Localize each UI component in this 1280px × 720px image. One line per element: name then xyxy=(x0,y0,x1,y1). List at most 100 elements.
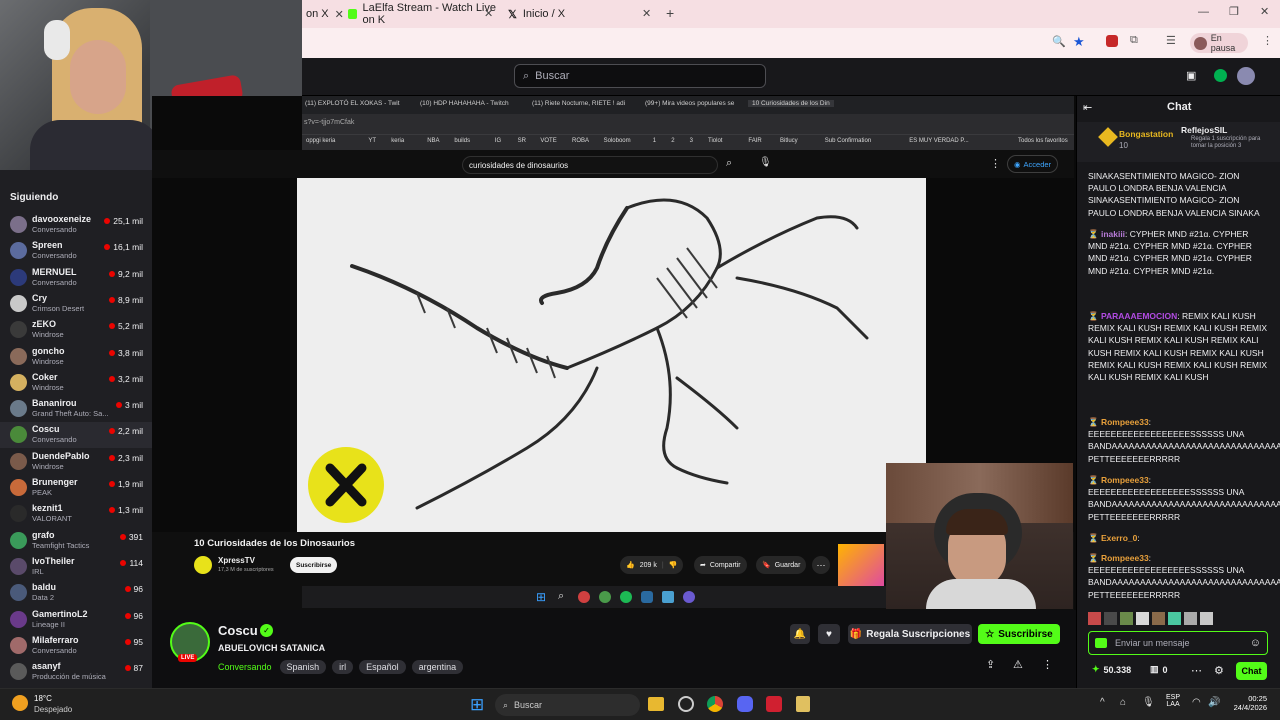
chat-input[interactable]: Enviar un mensaje ☺ xyxy=(1088,631,1268,655)
network-icon[interactable]: ⌂ xyxy=(1120,697,1126,708)
profile-button[interactable]: En pausa xyxy=(1190,33,1248,53)
avatar xyxy=(10,557,27,575)
badge-icon: ⏳ xyxy=(1088,229,1101,239)
tag-pill[interactable]: Spanish xyxy=(279,660,327,674)
viewer-count: 3 mil xyxy=(116,400,143,410)
sidebar-channel[interactable]: GamertinoL2 Lineage II 96 xyxy=(0,607,152,633)
tab-label: on X xyxy=(306,8,329,20)
app-icon[interactable] xyxy=(796,696,810,712)
microphone-icon[interactable]: 🎙 xyxy=(1142,697,1155,708)
notification-bell-button[interactable]: 🔔 xyxy=(790,624,810,644)
extension-icon[interactable] xyxy=(1106,35,1118,47)
discord-icon[interactable] xyxy=(737,696,753,712)
sidebar-channel[interactable]: Milaferraro Conversando 95 xyxy=(0,633,152,659)
chat-send-button[interactable]: Chat xyxy=(1236,662,1267,680)
chat-username[interactable]: Rompeee33 xyxy=(1101,417,1149,427)
chat-username[interactable]: inakiii xyxy=(1101,229,1125,239)
sidebar-channel[interactable]: DuendePablo Windrose 2,3 mil xyxy=(0,449,152,475)
sidebar-channel[interactable]: MERNUEL Conversando 9,2 mil xyxy=(0,265,152,291)
captured-tab-active: 10 Curiosidades de los Din xyxy=(748,100,834,107)
avatar xyxy=(10,373,27,391)
tag-pill[interactable]: argentina xyxy=(411,660,464,674)
sidebar-channel[interactable]: zEKO Windrose 5,2 mil xyxy=(0,317,152,343)
taskbar-search[interactable]: ⌕ Buscar xyxy=(495,694,640,716)
sidebar-channel[interactable]: Bananirou Grand Theft Auto: Sa... 3 mil xyxy=(0,396,152,422)
reading-list-icon[interactable]: ☰ xyxy=(1166,34,1176,47)
browser-tab[interactable]: on X ✕ xyxy=(306,4,344,24)
file-explorer-icon[interactable] xyxy=(648,697,664,711)
language-indicator[interactable]: ESP LAA xyxy=(1166,694,1180,708)
show-hidden-icons[interactable]: ^ xyxy=(1100,697,1105,708)
close-tab-icon[interactable]: ✕ xyxy=(335,8,344,21)
sidebar-channel[interactable]: Coker Windrose 3,2 mil xyxy=(0,370,152,396)
channel-category: Grand Theft Auto: Sa... xyxy=(32,409,109,419)
sidebar-channel[interactable]: Coscu Conversando 2,2 mil xyxy=(0,422,152,449)
chat-username[interactable]: Exerro_0 xyxy=(1101,533,1137,543)
minimize-icon[interactable]: — xyxy=(1198,6,1209,18)
new-tab-icon[interactable]: + xyxy=(666,5,674,21)
viewer-count: 3,2 mil xyxy=(108,374,143,384)
captured-windows-taskbar: ⊞ ⌕ xyxy=(302,586,886,608)
search-input[interactable]: ⌕ Buscar xyxy=(514,64,766,88)
close-tab-icon[interactable]: ✕ xyxy=(642,7,651,20)
user-avatar[interactable] xyxy=(1237,67,1255,85)
sidebar-channel[interactable]: IvoTheiler IRL 114 xyxy=(0,554,152,580)
channel-name: Coscu xyxy=(32,424,60,435)
viewer-count: 16,1 mil xyxy=(104,242,143,252)
category-link[interactable]: Conversando xyxy=(218,662,272,672)
chrome-icon[interactable] xyxy=(707,696,723,712)
subscribe-button[interactable]: ☆ Suscribirse xyxy=(978,624,1060,644)
gift-subs-button[interactable]: 🎁 Regala Suscripciones xyxy=(848,624,972,644)
browser-tab[interactable]: 𝕏 Inicio / X xyxy=(508,4,565,24)
channel-name: Milaferraro xyxy=(32,634,79,645)
weather-icon[interactable] xyxy=(12,695,28,711)
volume-icon[interactable]: 🔊 xyxy=(1208,697,1220,708)
follow-button[interactable]: ♥ xyxy=(818,624,840,644)
browser-tab[interactable]: LaElfa Stream - Watch Live on K xyxy=(348,2,498,26)
tag-pill[interactable]: Español xyxy=(359,660,406,674)
tag-pill[interactable]: irl xyxy=(332,660,354,674)
emote-picker-strip[interactable] xyxy=(1088,612,1268,627)
viewer-count-value: 1,3 mil xyxy=(117,505,143,516)
captured-address-bar: s?v=-tjjo7mCfak xyxy=(302,114,1074,134)
chat-username[interactable]: Rompeee33 xyxy=(1101,475,1149,485)
chat-username[interactable]: PARAAAEMOCION xyxy=(1101,311,1177,321)
clock[interactable]: 00:25 24/4/2026 xyxy=(1225,694,1267,712)
channel-category: PEAK xyxy=(32,488,53,497)
bookmark-star-icon[interactable]: ★ xyxy=(1073,34,1085,50)
chat-settings-icon[interactable]: ⚙ xyxy=(1214,664,1224,677)
channel-name[interactable]: Coscu xyxy=(218,623,258,638)
sidebar-channel[interactable]: baldu Data 2 96 xyxy=(0,580,152,606)
sidebar-channel[interactable]: goncho Windrose 3,8 mil xyxy=(0,344,152,370)
sidebar-channel[interactable]: grafo Teamfight Tactics 391 xyxy=(0,528,152,554)
extensions-icon[interactable]: ⧉ xyxy=(1130,34,1138,47)
extension-icon[interactable] xyxy=(1214,69,1227,82)
live-dot-icon xyxy=(120,559,127,566)
channel-points[interactable]: ✦ 50.338 xyxy=(1092,664,1131,675)
collapse-chat-icon[interactable]: ⇤ xyxy=(1083,101,1092,114)
sidebar-channel[interactable]: Brunenger PEAK 1,9 mil xyxy=(0,475,152,501)
close-tab-icon[interactable]: ✕ xyxy=(484,7,493,20)
inventory-icon[interactable]: ▣ xyxy=(1186,69,1196,82)
chat-username[interactable]: Rompeee33 xyxy=(1101,553,1149,563)
sidebar-channel[interactable]: Spreen Conversando 16,1 mil xyxy=(0,238,152,264)
windows-start-icon[interactable]: ⊞ xyxy=(470,695,484,715)
sidebar-channel[interactable]: asanyf Producción de música 87 xyxy=(0,659,152,685)
report-icon[interactable]: ⚠ xyxy=(1013,658,1023,671)
more-menu-icon[interactable]: ⋮ xyxy=(1262,34,1273,47)
zoom-icon[interactable]: 🔍 xyxy=(1052,35,1066,48)
chat-more-icon[interactable]: ⋯ xyxy=(1191,664,1202,677)
more-options-icon[interactable]: ⋮ xyxy=(1042,658,1053,671)
emoji-icon[interactable]: ☺ xyxy=(1250,637,1261,649)
channel-name: baldu xyxy=(32,582,56,593)
close-window-icon[interactable]: ✕ xyxy=(1260,5,1269,18)
maximize-icon[interactable]: ❐ xyxy=(1229,5,1239,18)
sidebar-channel[interactable]: Cry Crimson Desert 8,9 mil xyxy=(0,291,152,317)
app-icon[interactable] xyxy=(678,696,694,712)
app-icon[interactable] xyxy=(766,696,782,712)
share-icon[interactable]: ⇪ xyxy=(986,658,995,671)
sidebar-channel[interactable]: davooxeneize Conversando 25,1 mil xyxy=(0,212,152,238)
wifi-icon[interactable]: ◠ xyxy=(1192,697,1201,708)
sidebar-channel[interactable]: keznit1 VALORANT 1,3 mil xyxy=(0,501,152,527)
bits-counter[interactable]: ▥ 0 xyxy=(1150,664,1168,675)
